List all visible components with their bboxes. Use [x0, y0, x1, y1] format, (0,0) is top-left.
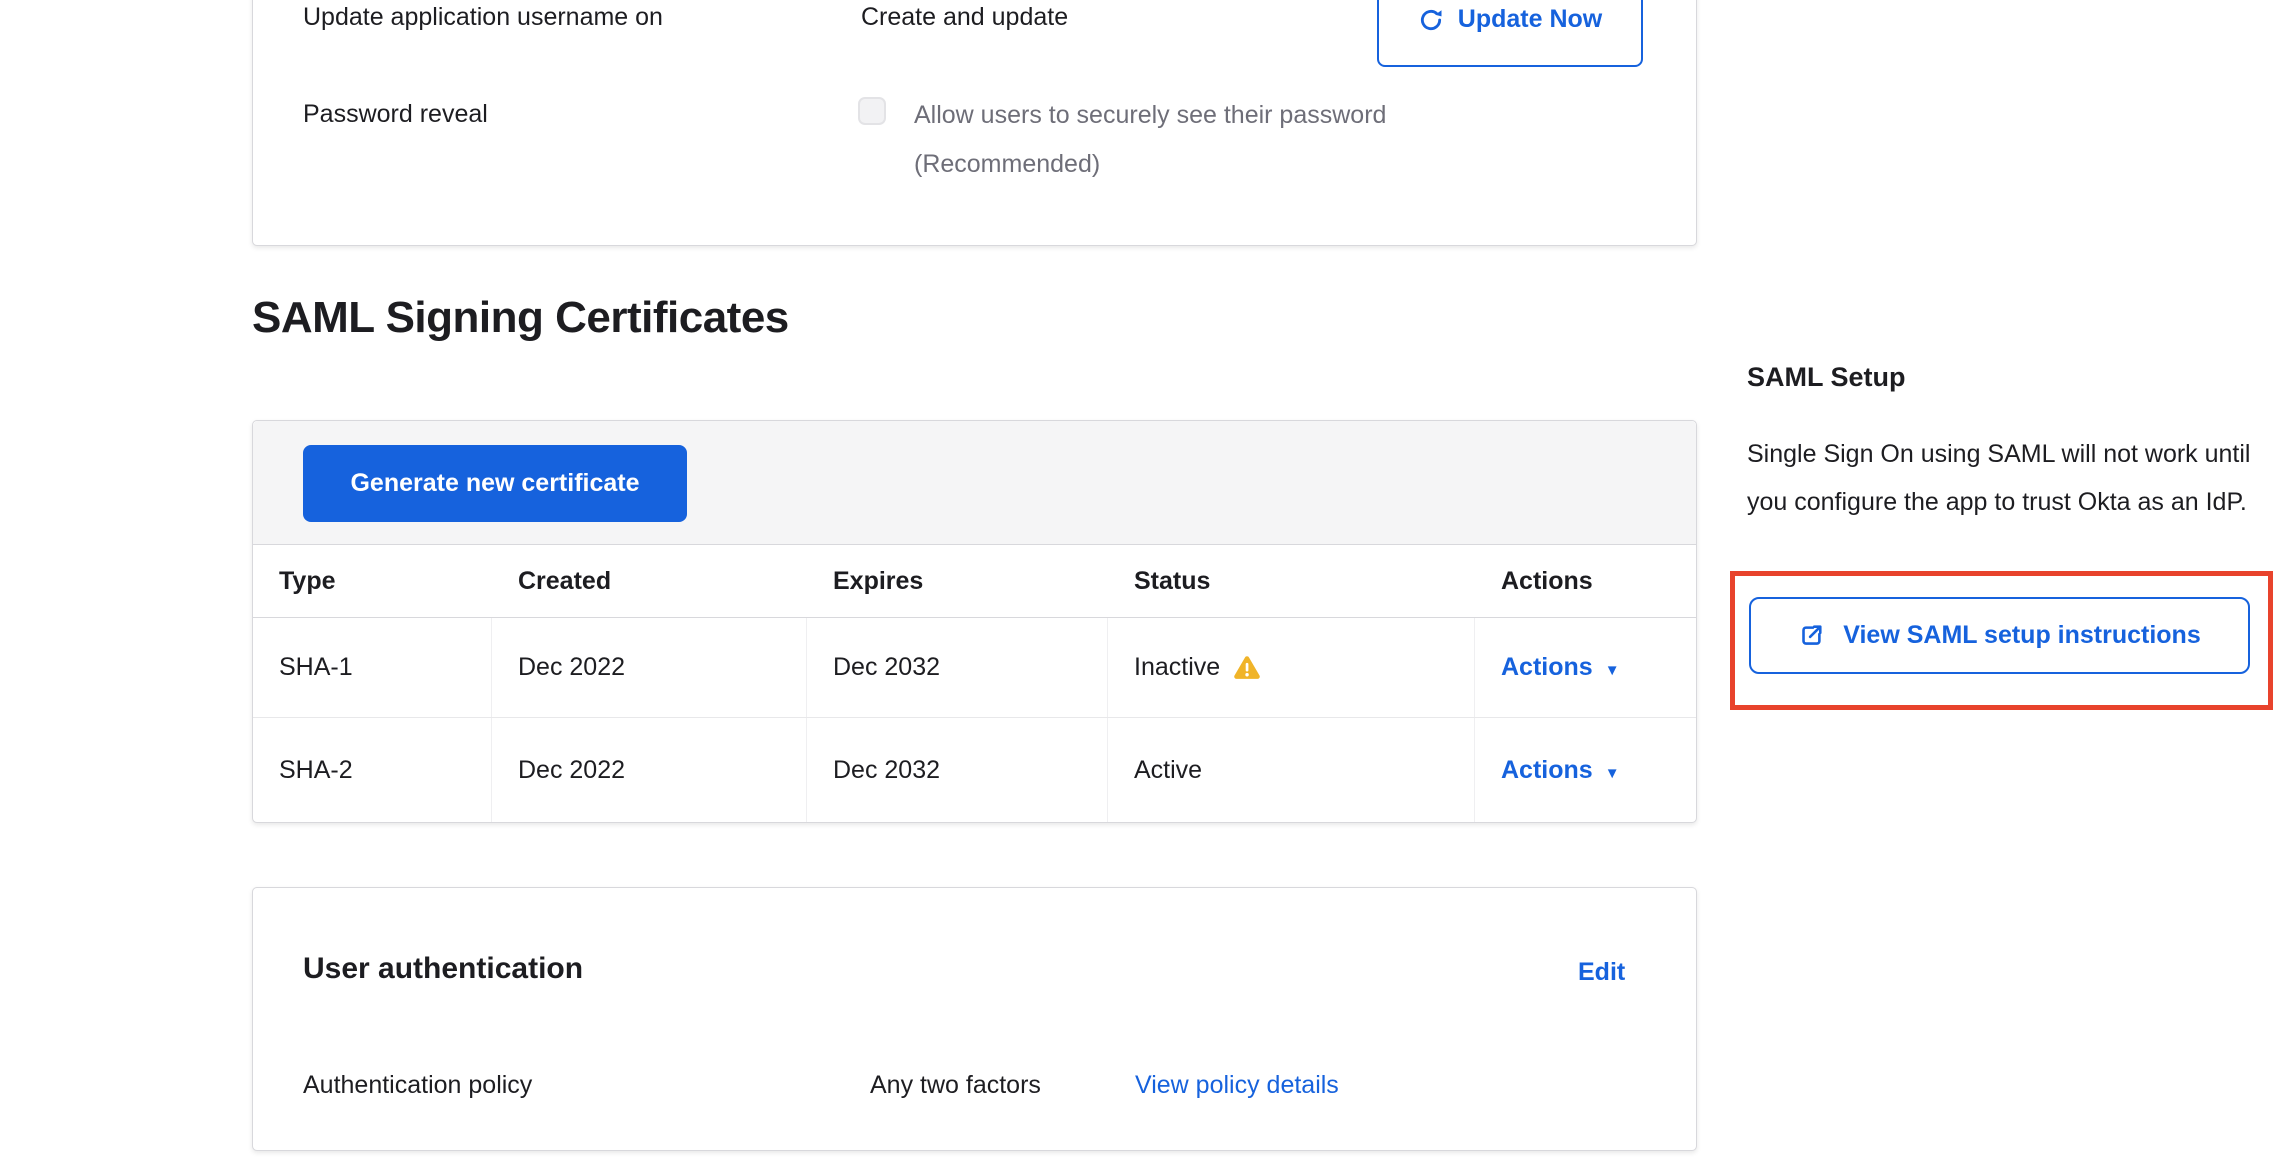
saml-setup-title: SAML Setup	[1747, 362, 1906, 393]
saml-certificates-card: Generate new certificate Type Created Ex…	[252, 420, 1697, 823]
cert-type: SHA-2	[253, 718, 492, 822]
user-authentication-card: User authentication Edit Authentication …	[252, 887, 1697, 1151]
col-header-actions: Actions	[1475, 545, 1696, 617]
view-saml-setup-instructions-button[interactable]: View SAML setup instructions	[1749, 597, 2250, 674]
page: Update application username on Create an…	[0, 0, 2279, 1158]
caret-down-icon: ▼	[1605, 765, 1620, 782]
table-row: SHA-1 Dec 2022 Dec 2032 Inactive	[253, 618, 1696, 718]
cert-type: SHA-1	[253, 618, 492, 717]
authentication-policy-label: Authentication policy	[303, 1071, 532, 1100]
sign-on-settings-card: Update application username on Create an…	[252, 0, 1697, 246]
external-link-icon	[1798, 622, 1825, 649]
certificates-toolbar: Generate new certificate	[253, 421, 1696, 545]
cert-status-cell: Active	[1108, 718, 1475, 822]
password-reveal-help-line2: (Recommended)	[914, 149, 1100, 179]
password-reveal-help-line1: Allow users to securely see their passwo…	[914, 100, 1386, 130]
caret-down-icon: ▼	[1605, 662, 1620, 679]
cert-expires: Dec 2032	[807, 718, 1108, 822]
update-username-label: Update application username on	[303, 2, 663, 32]
password-reveal-label: Password reveal	[303, 99, 488, 129]
status-text: Active	[1134, 756, 1202, 785]
actions-label: Actions	[1501, 653, 1593, 681]
section-title: SAML Signing Certificates	[252, 293, 789, 343]
cert-created: Dec 2022	[492, 618, 807, 717]
update-now-button[interactable]: Update Now	[1377, 0, 1643, 67]
status-text: Inactive	[1134, 653, 1220, 682]
cert-created: Dec 2022	[492, 718, 807, 822]
authentication-policy-value: Any two factors	[870, 1071, 1041, 1100]
saml-setup-description: Single Sign On using SAML will not work …	[1747, 430, 2267, 526]
password-reveal-checkbox[interactable]	[858, 97, 886, 125]
cert-actions-cell: Actions ▼	[1475, 618, 1696, 717]
col-header-type: Type	[253, 545, 492, 617]
cert-actions-cell: Actions ▼	[1475, 718, 1696, 822]
col-header-status: Status	[1108, 545, 1475, 617]
update-username-value: Create and update	[861, 2, 1068, 32]
update-now-label: Update Now	[1458, 5, 1602, 34]
certificates-table: Type Created Expires Status Actions SHA-…	[253, 545, 1696, 822]
user-authentication-title: User authentication	[303, 952, 583, 986]
edit-link[interactable]: Edit	[1578, 958, 1625, 987]
col-header-created: Created	[492, 545, 807, 617]
cert-expires: Dec 2032	[807, 618, 1108, 717]
warning-icon	[1233, 655, 1261, 681]
refresh-icon	[1418, 7, 1444, 33]
col-header-expires: Expires	[807, 545, 1108, 617]
generate-new-certificate-button[interactable]: Generate new certificate	[303, 445, 687, 522]
table-row: SHA-2 Dec 2022 Dec 2032 Active Actions ▼	[253, 718, 1696, 822]
view-policy-details-link[interactable]: View policy details	[1135, 1071, 1339, 1100]
actions-menu-button[interactable]: Actions ▼	[1501, 756, 1620, 785]
actions-label: Actions	[1501, 756, 1593, 784]
actions-menu-button[interactable]: Actions ▼	[1501, 653, 1620, 682]
view-saml-setup-label: View SAML setup instructions	[1843, 621, 2200, 650]
table-header-row: Type Created Expires Status Actions	[253, 545, 1696, 618]
cert-status-cell: Inactive	[1108, 618, 1475, 717]
